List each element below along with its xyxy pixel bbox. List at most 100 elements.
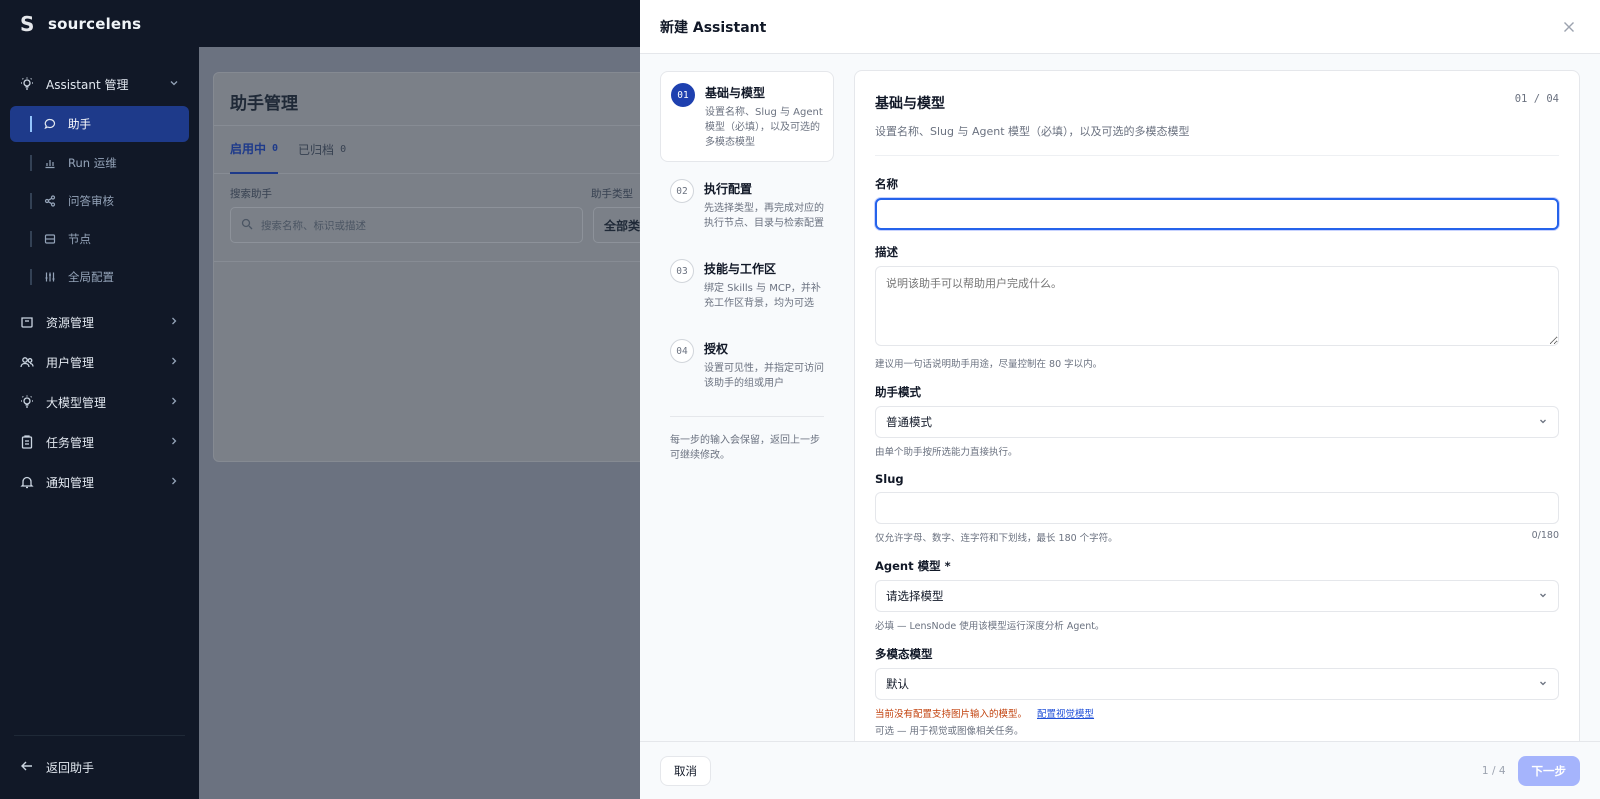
chevron-right-icon: [169, 475, 179, 489]
field-description: 描述 建议用一句话说明助手用途，尽量控制在 80 字以内。: [875, 244, 1559, 370]
slug-label: Slug: [875, 472, 904, 486]
chevron-down-icon: [1538, 678, 1548, 691]
chevron-down-icon: [169, 77, 179, 91]
page-indicator: 1 / 4: [1481, 764, 1506, 777]
step-desc: 设置可见性，并指定可访问该助手的组或用户: [704, 363, 824, 389]
nav-group-tasks[interactable]: 任务管理: [0, 422, 199, 462]
drawer-header: 新建 Assistant: [640, 0, 1600, 54]
agent-model-label: Agent 模型 *: [875, 559, 951, 573]
form-card: 基础与模型 设置名称、Slug 与 Agent 模型（必填），以及可选的多模态模…: [854, 70, 1580, 741]
mode-label: 助手模式: [875, 385, 921, 399]
sidebar-nav: Assistant 管理 助手 Run 运维 问答审核 节点 全局配置 资源管理…: [0, 47, 199, 502]
tab-archived[interactable]: 已归档 0: [298, 126, 346, 174]
nav-group-assistant[interactable]: Assistant 管理: [0, 64, 199, 104]
clipboard-icon: [18, 433, 36, 451]
chevron-down-icon: [1538, 590, 1548, 603]
step-desc: 设置名称、Slug 与 Agent 模型（必填），以及可选的多模态模型: [705, 107, 823, 148]
nav-group-label: 资源管理: [46, 315, 95, 330]
form-header: 基础与模型 设置名称、Slug 与 Agent 模型（必填），以及可选的多模态模…: [875, 91, 1559, 156]
chevron-right-icon: [169, 435, 179, 449]
configure-vision-model-link[interactable]: 配置视觉模型: [1037, 709, 1094, 720]
step-desc: 先选择类型，再完成对应的执行节点、目录与检索配置: [704, 203, 824, 229]
step-auth[interactable]: 04 授权 设置可见性，并指定可访问该助手的组或用户: [660, 328, 834, 402]
search-placeholder: 搜索名称、标识或描述: [261, 219, 366, 232]
brand[interactable]: S sourcelens: [0, 0, 199, 47]
mode-select[interactable]: 普通模式: [875, 406, 1559, 438]
type-label: 助手类型: [591, 188, 633, 200]
steps-note: 每一步的输入会保留，返回上一步可继续修改。: [670, 435, 820, 461]
drawer-body: 01 基础与模型 设置名称、Slug 与 Agent 模型（必填），以及可选的多…: [640, 54, 1600, 741]
bar-chart-icon: [42, 155, 58, 171]
page-title: 助手管理: [214, 73, 672, 126]
nav-group-label: 通知管理: [46, 475, 95, 490]
divider: [670, 416, 824, 417]
agent-model-select[interactable]: 请选择模型: [875, 580, 1559, 612]
step-title: 基础与模型: [705, 86, 766, 100]
tree-line: [30, 155, 32, 171]
slug-input[interactable]: [875, 492, 1559, 524]
arrow-left-icon: [20, 759, 34, 776]
field-name: 名称: [875, 176, 1559, 230]
nav-group-resources[interactable]: 资源管理: [0, 302, 199, 342]
nav-group-models[interactable]: 大模型管理: [0, 382, 199, 422]
nav-group-users[interactable]: 用户管理: [0, 342, 199, 382]
brand-name: sourcelens: [48, 14, 142, 33]
multimodal-select[interactable]: 默认: [875, 668, 1559, 700]
field-mode: 助手模式 普通模式 由单个助手按所选能力直接执行。: [875, 384, 1559, 458]
server-icon: [42, 231, 58, 247]
sidebar-item-label: 问答审核: [68, 194, 114, 208]
name-input[interactable]: [875, 198, 1559, 230]
agent-model-hint: 必填 — LensNode 使用该模型运行深度分析 Agent。: [875, 621, 1105, 632]
step-progress: 01 / 04: [1514, 93, 1559, 105]
tab-label: 启用中: [230, 142, 267, 156]
close-icon: [1564, 21, 1574, 32]
nav-group-notifications[interactable]: 通知管理: [0, 462, 199, 502]
tab-active[interactable]: 启用中 0: [230, 126, 279, 174]
tab-label: 已归档: [298, 143, 335, 157]
back-to-assistants[interactable]: 返回助手: [14, 735, 185, 799]
bulb-icon: [18, 393, 36, 411]
step-basic[interactable]: 01 基础与模型 设置名称、Slug 与 Agent 模型（必填），以及可选的多…: [660, 71, 834, 162]
description-label: 描述: [875, 245, 898, 259]
sidebar-item-label: 助手: [68, 117, 91, 131]
archive-icon: [18, 313, 36, 331]
users-icon: [18, 353, 36, 371]
tab-count: 0: [340, 144, 347, 155]
description-input[interactable]: [875, 266, 1559, 346]
search-input[interactable]: 搜索名称、标识或描述: [230, 207, 583, 243]
step-number: 03: [670, 259, 694, 283]
tree-line: [30, 269, 32, 285]
sidebar-item-review[interactable]: 问答审核: [10, 182, 189, 220]
nav-group-label: Assistant 管理: [46, 77, 129, 92]
status-tabs: 启用中 0 已归档 0: [214, 126, 672, 174]
close-button[interactable]: [1558, 16, 1580, 38]
tree-line: [30, 231, 32, 247]
multimodal-warning-text: 当前没有配置支持图片输入的模型。: [875, 709, 1028, 720]
sidebar-item-assistant[interactable]: 助手: [10, 106, 189, 142]
slug-hint: 仅允许字母、数字、连字符和下划线，最长 180 个字符。: [875, 533, 1118, 544]
sidebar-item-global-config[interactable]: 全局配置: [10, 258, 189, 296]
step-title: 执行配置: [704, 182, 753, 196]
step-execution[interactable]: 02 执行配置 先选择类型，再完成对应的执行节点、目录与检索配置: [660, 168, 834, 242]
cancel-button[interactable]: 取消: [660, 755, 711, 786]
step-number: 02: [670, 179, 694, 203]
sidebar-item-run[interactable]: Run 运维: [10, 144, 189, 182]
mode-select-value: 普通模式: [886, 415, 932, 429]
next-button[interactable]: 下一步: [1517, 755, 1580, 786]
slug-hint-row: 仅允许字母、数字、连字符和下划线，最长 180 个字符。 0/180: [875, 530, 1559, 544]
chevron-right-icon: [169, 315, 179, 329]
mode-hint: 由单个助手按所选能力直接执行。: [875, 447, 1018, 458]
step-skills[interactable]: 03 技能与工作区 绑定 Skills 与 MCP，并补充工作区背景，均为可选: [660, 248, 834, 322]
step-number: 01: [671, 83, 695, 107]
step-desc: 绑定 Skills 与 MCP，并补充工作区背景，均为可选: [704, 283, 821, 309]
multimodal-label: 多模态模型: [875, 647, 933, 661]
tab-count: 0: [272, 143, 279, 154]
sidebar-item-nodes[interactable]: 节点: [10, 220, 189, 258]
step-title: 授权: [704, 342, 729, 356]
step-title: 技能与工作区: [704, 262, 777, 276]
search-icon: [241, 218, 253, 233]
field-multimodal-model: 多模态模型 默认 当前没有配置支持图片输入的模型。 配置视觉模型 可选 — 用于视…: [875, 646, 1559, 737]
multimodal-value: 默认: [886, 677, 909, 691]
wizard-steps: 01 基础与模型 设置名称、Slug 与 Agent 模型（必填），以及可选的多…: [660, 71, 834, 463]
field-agent-model: Agent 模型 * 请选择模型 必填 — LensNode 使用该模型运行深度…: [875, 558, 1559, 632]
